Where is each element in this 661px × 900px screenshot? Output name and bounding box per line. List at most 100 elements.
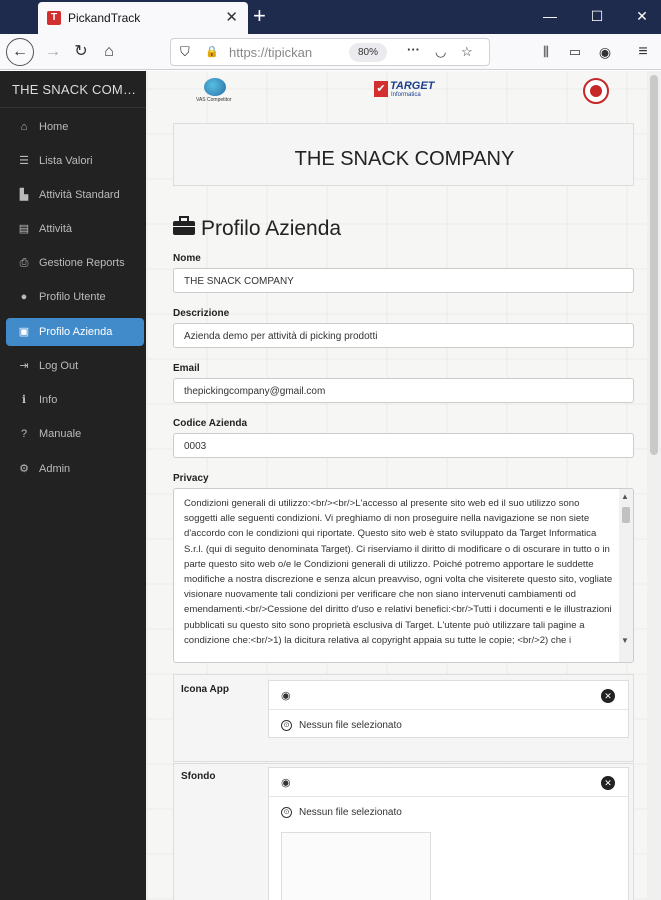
shield-icon[interactable]: ⛉	[180, 44, 190, 60]
checkmark-icon: ✔	[374, 81, 388, 97]
codice-azienda-field[interactable]: 0003	[173, 433, 634, 458]
pocket-icon[interactable]: ◡	[435, 44, 446, 60]
window-close-icon[interactable]: ✕	[628, 5, 656, 27]
minimize-icon[interactable]: —	[536, 5, 564, 27]
privacy-scrollbar[interactable]: ▲ ▼	[619, 489, 633, 662]
no-file-text[interactable]: Nessun file selezionato	[299, 720, 402, 731]
scrollbar-thumb[interactable]	[622, 507, 630, 523]
section-title: Profilo Azienda	[201, 217, 342, 240]
vas-competitor-logo: VAS Competitor	[196, 78, 236, 104]
sidebar-brand[interactable]: THE SNACK COMPANY	[12, 82, 140, 97]
descrizione-label: Descrizione	[173, 308, 230, 319]
nome-label: Nome	[173, 253, 201, 264]
star-icon[interactable]: ☆	[461, 44, 473, 60]
url-text[interactable]: https://tipickan	[229, 45, 312, 60]
target-informatica-logo: ✔ TARGET Informatica	[374, 79, 436, 101]
sidebar-divider	[0, 107, 146, 108]
remove-file-icon[interactable]: ✕	[601, 776, 615, 790]
sidebar-item-label: Info	[39, 394, 58, 406]
zoom-badge[interactable]: 80%	[349, 43, 387, 62]
privacy-label: Privacy	[173, 473, 209, 484]
divider	[269, 709, 628, 710]
email-label: Email	[173, 363, 200, 374]
sidebar-item-attivita-standard[interactable]: ▙ Attività Standard	[6, 181, 144, 209]
tab-close-icon[interactable]: ✕	[225, 8, 238, 26]
menu-icon[interactable]: ≡	[630, 40, 656, 64]
cog-icon: ⚙	[19, 463, 29, 475]
eye-icon[interactable]: ◉	[281, 690, 293, 702]
sidebar-item-attivita[interactable]: ▤ Attività	[6, 215, 144, 243]
sidebar-icon[interactable]: ▭	[562, 40, 588, 64]
library-icon[interactable]: ⫼	[533, 40, 559, 64]
more-icon[interactable]: ···	[407, 42, 420, 57]
reload-icon[interactable]: ↻	[68, 40, 94, 64]
certification-seal-logo	[583, 78, 609, 104]
privacy-textarea[interactable]: Condizioni generali di utilizzo:<br/><br…	[173, 488, 634, 663]
sidebar-item-manuale[interactable]: ? Manuale	[6, 420, 144, 448]
codice-azienda-value: 0003	[184, 441, 207, 452]
logo-sub: Informatica	[391, 92, 421, 98]
nome-value: THE SNACK COMPANY	[184, 276, 294, 287]
descrizione-field[interactable]: Azienda demo per attività di picking pro…	[173, 323, 634, 348]
back-icon[interactable]: ←	[6, 38, 34, 66]
sidebar-item-label: Gestione Reports	[39, 257, 125, 269]
home-icon[interactable]: ⌂	[96, 40, 122, 64]
list-alt-icon: ▤	[18, 223, 30, 235]
sfondo-panel: Sfondo ◉ ✕ ⊙ Nessun file selezionato	[173, 763, 634, 900]
email-field[interactable]: thepickingcompany@gmail.com	[173, 378, 634, 403]
account-icon[interactable]: ◉	[592, 40, 618, 64]
descrizione-value: Azienda demo per attività di picking pro…	[184, 331, 378, 342]
sfondo-label: Sfondo	[181, 771, 216, 782]
icona-app-panel: Icona App ◉ ✕ ⊙ Nessun file selezionato	[173, 674, 634, 762]
sidebar-item-label: Admin	[39, 463, 71, 475]
url-bar[interactable]: ⛉ 🔒 https://tipickan 80% ··· ◡ ☆	[170, 38, 490, 66]
logo-caption: VAS Competitor	[196, 97, 232, 103]
upload-icon[interactable]: ⊙	[281, 807, 292, 818]
sidebar-item-log-out[interactable]: ⇥ Log Out	[6, 352, 144, 380]
sidebar-item-info[interactable]: ℹ Info	[6, 386, 144, 414]
email-value: thepickingcompany@gmail.com	[184, 386, 326, 397]
image-preview	[281, 832, 431, 900]
sidebar-item-profilo-azienda[interactable]: ▣ Profilo Azienda	[6, 318, 144, 346]
browser-tab[interactable]: T PickandTrack ✕	[38, 2, 248, 34]
sidebar-item-home[interactable]: ⌂ Home	[6, 113, 144, 141]
question-icon: ?	[20, 428, 28, 440]
icona-app-label: Icona App	[181, 684, 229, 695]
page-scrollbar-thumb[interactable]	[650, 75, 658, 455]
remove-file-icon[interactable]: ✕	[601, 689, 615, 703]
page-title: THE SNACK COMPANY	[294, 148, 515, 170]
sidebar-item-label: Lista Valori	[39, 155, 93, 167]
forward-icon[interactable]: →	[40, 40, 66, 64]
sidebar-item-gestione-reports[interactable]: ⎙ Gestione Reports	[6, 249, 144, 277]
sidebar-item-label: Home	[39, 121, 69, 133]
page-scrollbar[interactable]	[647, 71, 661, 900]
briefcase-icon	[173, 216, 195, 236]
maximize-icon[interactable]: ☐	[583, 5, 611, 27]
briefcase-icon: ▣	[18, 326, 30, 338]
upload-icon[interactable]: ⊙	[281, 720, 292, 731]
sidebar-item-label: Log Out	[39, 360, 79, 372]
browser-titlebar: T PickandTrack ✕ + — ☐ ✕	[0, 0, 661, 34]
nome-field[interactable]: THE SNACK COMPANY	[173, 268, 634, 293]
sidebar-item-profilo-utente[interactable]: ● Profilo Utente	[6, 283, 144, 311]
home-icon: ⌂	[20, 121, 28, 133]
sidebar-item-label: Profilo Azienda	[39, 326, 113, 338]
sidebar-item-lista-valori[interactable]: ☰ Lista Valori	[6, 147, 144, 175]
no-file-text[interactable]: Nessun file selezionato	[299, 807, 402, 818]
scroll-down-icon[interactable]: ▼	[621, 636, 629, 645]
icona-app-uploader: ◉ ✕ ⊙ Nessun file selezionato	[268, 680, 629, 738]
codice-azienda-label: Codice Azienda	[173, 418, 248, 429]
eye-icon[interactable]: ◉	[281, 777, 293, 789]
sidebar: THE SNACK COMPANY ⌂ Home ☰ Lista Valori …	[0, 71, 146, 900]
company-header: THE SNACK COMPANY	[173, 123, 634, 186]
browser-toolbar: ← → ↻ ⌂ ⛉ 🔒 https://tipickan 80% ··· ◡ ☆…	[0, 34, 661, 70]
lock-icon[interactable]: 🔒	[205, 45, 219, 58]
new-tab-button[interactable]: +	[253, 3, 266, 29]
scroll-up-icon[interactable]: ▲	[621, 492, 629, 501]
list-icon: ☰	[19, 155, 29, 167]
tab-title: PickandTrack	[68, 11, 141, 25]
sidebar-item-admin[interactable]: ⚙ Admin	[6, 455, 144, 483]
main-content: VAS Competitor ✔ TARGET Informatica THE …	[146, 71, 647, 900]
privacy-text: Condizioni generali di utilizzo:<br/><br…	[184, 498, 613, 646]
sidebar-item-label: Attività	[39, 223, 73, 235]
